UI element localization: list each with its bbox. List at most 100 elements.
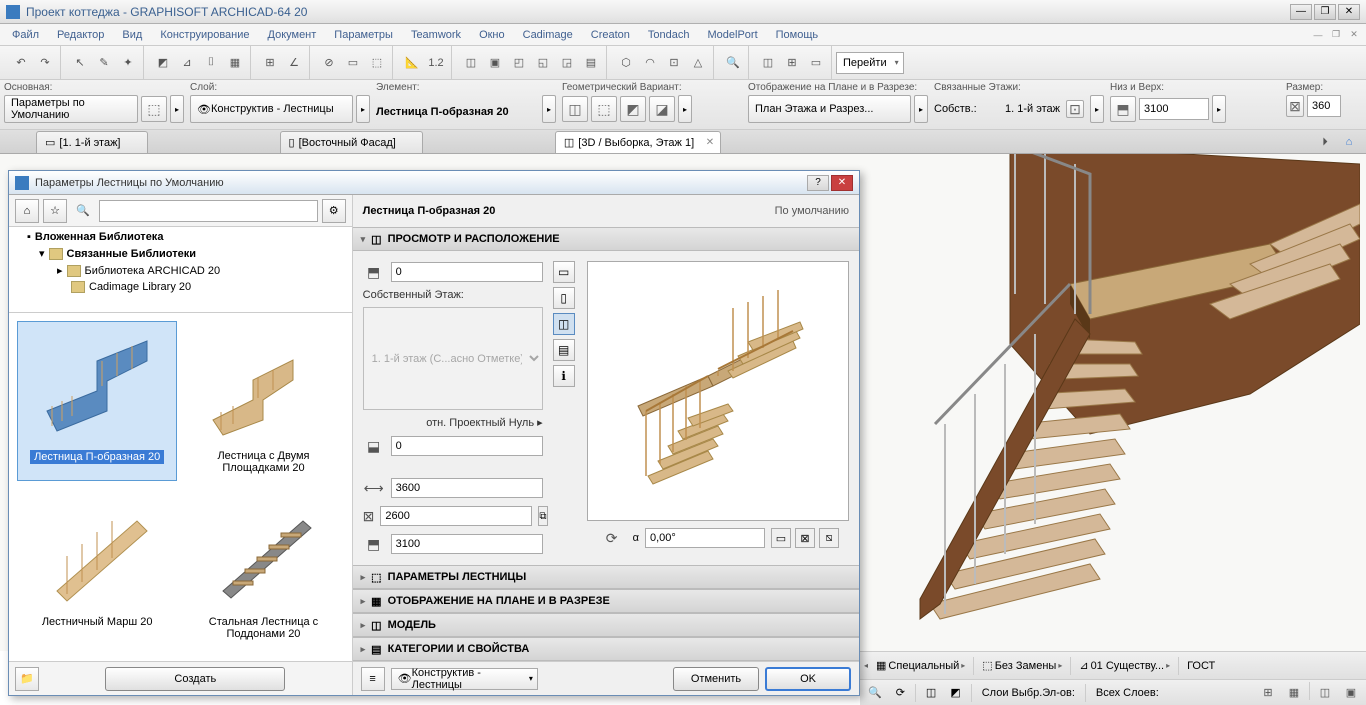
dialog-titlebar[interactable]: Параметры Лестницы по Умолчанию ? ✕ <box>9 171 859 195</box>
menu-modelport[interactable]: ModelPort <box>700 27 766 43</box>
status-nosub[interactable]: ⬚ Без Замены ▸ <box>978 656 1066 676</box>
tree-cadimage[interactable]: Cadimage Library 20 <box>9 279 352 295</box>
trace-tool[interactable]: ⬚ <box>366 52 388 74</box>
schedule-tool[interactable]: ▤ <box>580 52 602 74</box>
3d-tool[interactable]: ◫ <box>460 52 482 74</box>
shell-tool[interactable]: ◠ <box>639 52 661 74</box>
goto-dropdown[interactable]: Перейти <box>836 52 904 74</box>
new-folder-button[interactable]: 📁 <box>15 667 39 691</box>
favorite-button[interactable]: ☆ <box>43 199 67 223</box>
geom-opt4[interactable]: ◪ <box>649 96 675 122</box>
library-tree[interactable]: ▪Вложенная Библиотека ▾Связанные Библиот… <box>9 227 352 313</box>
defaults-button[interactable]: Параметры по Умолчанию <box>4 95 138 123</box>
create-button[interactable]: Создать <box>105 667 285 691</box>
tab-home-icon[interactable]: ⌂ <box>1338 131 1360 153</box>
mirror-x[interactable]: ⊠ <box>795 528 815 548</box>
menu-help[interactable]: Помощь <box>768 27 827 43</box>
dim-tool[interactable]: 1.2 <box>425 52 447 74</box>
undo-button[interactable]: ↶ <box>10 52 32 74</box>
inner-close[interactable]: ✕ <box>1346 28 1362 42</box>
morph-tool[interactable]: ⬡ <box>615 52 637 74</box>
find-tool[interactable]: 🔍 <box>722 52 744 74</box>
menu-options[interactable]: Параметры <box>326 27 401 43</box>
axon-icon[interactable]: ◩ <box>950 686 960 699</box>
geom-opt3[interactable]: ◩ <box>620 96 646 122</box>
link-button[interactable]: ⧉ <box>538 506 547 526</box>
geom-arrow[interactable]: ▸ <box>678 95 692 123</box>
stair-tool-icon[interactable]: ⬚ <box>141 96 167 122</box>
section-categories[interactable]: ▸▤ КАТЕГОРИИ И СВОЙСТВА <box>353 637 859 661</box>
tree-nested[interactable]: ▪Вложенная Библиотека <box>9 229 352 245</box>
cancel-button[interactable]: Отменить <box>673 667 759 691</box>
elevation-input[interactable] <box>391 262 543 282</box>
layer-icon-button[interactable]: ≡ <box>361 667 385 691</box>
display-arrow[interactable]: ▸ <box>914 95 928 123</box>
angle-snap[interactable]: ∠ <box>283 52 305 74</box>
tab-elevation[interactable]: ▯ [Восточный Фасад] <box>280 131 423 153</box>
bottop-arrow[interactable]: ▸ <box>1212 95 1226 123</box>
layer-dropdown[interactable]: 👁 Конструктив - Лестницы <box>190 95 353 123</box>
section-model[interactable]: ▸◫ МОДЕЛЬ <box>353 613 859 637</box>
section-tool[interactable]: ▣ <box>484 52 506 74</box>
preview-3d[interactable] <box>587 261 849 521</box>
linked-arrow[interactable]: ▸ <box>1090 95 1104 123</box>
redo-button[interactable]: ↷ <box>34 52 56 74</box>
curtain-tool[interactable]: ⊡ <box>663 52 685 74</box>
menu-file[interactable]: Файл <box>4 27 47 43</box>
inner-restore[interactable]: ❐ <box>1328 28 1344 42</box>
story-select[interactable]: 1. 1-й этаж (С...асно Отметке) <box>363 307 543 410</box>
menu-design[interactable]: Конструирование <box>152 27 257 43</box>
thumb-u-stair[interactable]: Лестница П-образная 20 <box>17 321 177 481</box>
render-icon4[interactable]: ▣ <box>1340 682 1362 704</box>
view2-tool[interactable]: ⊞ <box>781 52 803 74</box>
inner-minimize[interactable]: — <box>1310 28 1326 42</box>
mirror-y[interactable]: ⧅ <box>819 528 839 548</box>
tree-archlib[interactable]: ▸Библиотека ARCHICAD 20 <box>9 262 352 279</box>
section-display[interactable]: ▸▦ ОТОБРАЖЕНИЕ НА ПЛАНЕ И В РАЗРЕЗЕ <box>353 589 859 613</box>
render-icon1[interactable]: ⊞ <box>1257 682 1279 704</box>
menu-window[interactable]: Окно <box>471 27 513 43</box>
elev-tool[interactable]: ◰ <box>508 52 530 74</box>
status-exist[interactable]: ⊿ 01 Существу... ▸ <box>1075 656 1174 676</box>
tab-3d[interactable]: ◫ [3D / Выборка, Этаж 1]✕ <box>555 131 721 153</box>
thumb-steel-stair[interactable]: Стальная Лестница с Поддонами 20 <box>183 487 343 647</box>
close-button[interactable]: ✕ <box>1338 4 1360 20</box>
snap-tool[interactable]: ◩ <box>152 52 174 74</box>
dim1-input[interactable] <box>391 478 543 498</box>
grid-tool[interactable]: ▦ <box>224 52 246 74</box>
worksheet-tool[interactable]: ◲ <box>556 52 578 74</box>
menu-teamwork[interactable]: Teamwork <box>403 27 469 43</box>
menu-document[interactable]: Документ <box>260 27 325 43</box>
mirror-none[interactable]: ▭ <box>771 528 791 548</box>
guide-tool[interactable]: ⊿ <box>176 52 198 74</box>
view3-tool[interactable]: ▭ <box>805 52 827 74</box>
main-arrow[interactable]: ▸ <box>170 95 184 123</box>
proj-zero-label[interactable]: отн. Проектный Нуль ▸ <box>363 416 543 429</box>
marquee-tool[interactable]: ✎ <box>93 52 115 74</box>
wand-tool[interactable]: ✦ <box>117 52 139 74</box>
status-special[interactable]: ▦ Специальный ▸ <box>872 656 969 676</box>
layer-combo[interactable]: 👁 Конструктив - Лестницы <box>391 668 538 690</box>
search-input[interactable] <box>99 200 318 222</box>
layer-tool[interactable]: ▭ <box>342 52 364 74</box>
menu-tondach[interactable]: Tondach <box>640 27 698 43</box>
render-icon2[interactable]: ▦ <box>1283 682 1305 704</box>
view-front[interactable]: ▯ <box>553 287 575 309</box>
suspend-tool[interactable]: ⊘ <box>318 52 340 74</box>
tab-nav-icon[interactable]: ⏵ <box>1314 131 1336 153</box>
status-gost[interactable]: ГОСТ <box>1183 656 1219 676</box>
measure-tool[interactable]: 📐 <box>401 52 423 74</box>
minimize-button[interactable]: — <box>1290 4 1312 20</box>
view-side[interactable]: ▤ <box>553 339 575 361</box>
size-input[interactable] <box>1307 95 1341 117</box>
grid-snap[interactable]: ⊞ <box>259 52 281 74</box>
ok-button[interactable]: OK <box>765 667 851 691</box>
menu-view[interactable]: Вид <box>114 27 150 43</box>
orbit-icon[interactable]: ⟳ <box>896 686 905 699</box>
status-left-arrow[interactable]: ◂ <box>864 661 868 670</box>
view-3d[interactable]: ◫ <box>553 313 575 335</box>
zoom-icon[interactable]: 🔍 <box>868 686 882 699</box>
settings-gear-button[interactable]: ⚙ <box>322 199 346 223</box>
element-arrow[interactable]: ▸ <box>542 95 556 123</box>
dim3-input[interactable] <box>391 534 543 554</box>
